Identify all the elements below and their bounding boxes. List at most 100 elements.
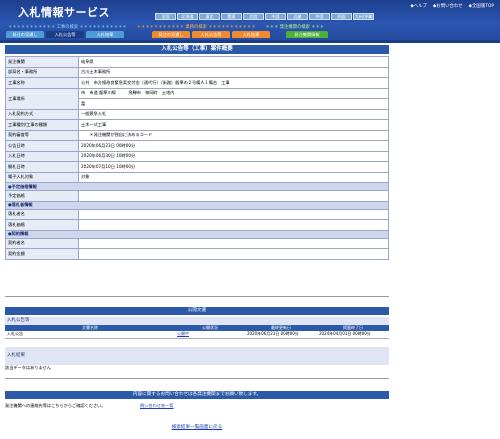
top-link[interactable]: ◆全国版TOP bbox=[469, 3, 494, 9]
table-row: 入札公告 公開中 2020年06月23日 00時00分 2024年04月01日 … bbox=[5, 331, 389, 339]
section-works: ＊＊＊＊＊＊＊＊＊＊＊ 工事の検索 ＊＊＊＊＊＊＊＊＊＊＊ bbox=[8, 25, 127, 30]
table-row: 契約金額 bbox=[5, 248, 389, 260]
field-label: 公告日時 bbox=[5, 140, 79, 152]
tab-works-forecast[interactable]: 発注の見通し bbox=[6, 31, 44, 38]
docs-table: 文書名称 公開状況 最終更新日 掲載終了日 入札公告 公開中 2020年06月2… bbox=[5, 325, 389, 339]
table-row: 発注機関 岐阜県 bbox=[5, 56, 389, 68]
tab-works-result[interactable]: 入札結果 bbox=[86, 31, 124, 38]
field-value: 対象 bbox=[78, 171, 389, 183]
doc-name: 入札公告 bbox=[5, 331, 175, 339]
contact-list-link[interactable]: 問い合わせ先一覧 bbox=[140, 403, 174, 409]
field-value: ＊発注機関が独自に決めるコード bbox=[78, 129, 389, 141]
field-value bbox=[78, 190, 389, 202]
field-label: 開札日時 bbox=[5, 161, 79, 173]
region-chubu[interactable]: 中部 bbox=[265, 13, 286, 20]
region-hokkaido[interactable]: 北海道 bbox=[177, 13, 198, 20]
table-row: 入札日時 2020年06月30日 10時00分 bbox=[5, 150, 389, 162]
header-divider bbox=[0, 40, 500, 43]
section-header: ●契約情報 bbox=[5, 229, 389, 239]
field-value bbox=[78, 219, 389, 231]
page-title: 入札公告等（工事）案件概要 bbox=[5, 45, 389, 54]
table-row: 契約者名 bbox=[5, 237, 389, 249]
field-value: 公共 市方線改良緊急実交付金（通代行）（街路）飯準の２号備Ａ１備台 工事 bbox=[78, 77, 389, 89]
back-row: 検索結果一覧画面に戻る bbox=[0, 424, 394, 430]
section-orderer: ＊＊＊ 発注機関の検索 ＊＊＊ bbox=[265, 25, 325, 30]
field-label: 部局名・事務所 bbox=[5, 66, 79, 78]
table-row: 工事名称 公共 市方線改良緊急実交付金（通代行）（街路）飯準の２号備Ａ１備台 工事 bbox=[5, 77, 389, 89]
tab-orderer-info[interactable]: 発注機関情報 bbox=[286, 31, 328, 38]
field-label: 予定価格 bbox=[5, 190, 79, 202]
table-row: 落札価格 bbox=[5, 219, 389, 231]
contact-title: 内容に関するお問い合わせは各発注機関までお願い致します。 bbox=[5, 391, 389, 399]
field-value bbox=[78, 237, 389, 249]
public-docs-title: 公開文書 bbox=[5, 307, 389, 315]
table-row: 電子入札対象 対象 bbox=[5, 171, 389, 183]
region-bar: 全国 北海道 東北 関東 北陸 中部 近畿 中国 四国 九州/沖縄 bbox=[155, 13, 374, 20]
tab-services-notice[interactable]: 入札公告等 bbox=[192, 31, 230, 38]
region-all[interactable]: 全国 bbox=[155, 13, 176, 20]
contact-link[interactable]: ◆お問い合わせ bbox=[433, 3, 463, 9]
site-title: 入札情報サービス bbox=[18, 6, 110, 19]
section-title: ●落札者情報 bbox=[5, 200, 389, 210]
tab-services-forecast[interactable]: 発注の見通し bbox=[152, 31, 190, 38]
region-tohoku[interactable]: 東北 bbox=[199, 13, 220, 20]
doc-updated: 2020年06月23日 00時00分 bbox=[245, 331, 317, 339]
table-row: 部局名・事務所 古川土木事務所 bbox=[5, 66, 389, 78]
field-label: 工事場所 bbox=[5, 87, 79, 110]
result-box: 入札結果 bbox=[5, 347, 389, 365]
tab-services-result[interactable]: 入札結果 bbox=[232, 31, 270, 38]
table-row: 工事種別/工事の種類 土木一式工事 bbox=[5, 119, 389, 131]
field-label: 入札日時 bbox=[5, 150, 79, 162]
table-row: 予定価格 bbox=[5, 190, 389, 202]
divider bbox=[5, 296, 389, 297]
region-chugoku[interactable]: 中国 bbox=[309, 13, 330, 20]
section-title: ●予定価格情報 bbox=[5, 182, 389, 191]
field-label: 工事名称 bbox=[5, 77, 79, 89]
field-label: 契約金額 bbox=[5, 248, 79, 260]
tab-works-notice[interactable]: 入札公告等 bbox=[46, 31, 84, 38]
field-value: 一般競争入札 bbox=[78, 108, 389, 120]
section-title: ●契約情報 bbox=[5, 229, 389, 239]
section-header: ●落札者情報 bbox=[5, 200, 389, 210]
field-value: 2020年07月10日 10時00分 bbox=[78, 161, 389, 173]
region-kinki[interactable]: 近畿 bbox=[287, 13, 308, 20]
field-label: 入札契約方式 bbox=[5, 108, 79, 120]
region-hokuriku[interactable]: 北陸 bbox=[243, 13, 264, 20]
field-label: 電子入札対象 bbox=[5, 171, 79, 183]
field-value bbox=[78, 208, 389, 220]
field-value: 2020年06月23日 00時00分 bbox=[78, 140, 389, 152]
header-links: ◆ヘルプ ◆お問い合わせ ◆全国版TOP bbox=[410, 3, 494, 9]
doc-end: 2024年04月01日 00時00分 bbox=[317, 331, 389, 339]
field-label: 契約者名 bbox=[5, 237, 79, 249]
section-labels: ＊＊＊＊＊＊＊＊＊＊＊ 工事の検索 ＊＊＊＊＊＊＊＊＊＊＊ ＊＊＊＊＊＊＊＊＊＊… bbox=[8, 24, 334, 30]
field-label: 工事種別/工事の種類 bbox=[5, 119, 79, 131]
section-header: ●予定価格情報 bbox=[5, 182, 389, 191]
contact-row: 発注機関への連絡先等はこちらからご確認ください。 問い合わせ先一覧 bbox=[5, 403, 389, 409]
field-label: 落札者名 bbox=[5, 208, 79, 220]
back-to-results-link[interactable]: 検索結果一覧画面に戻る bbox=[172, 425, 223, 430]
field-value: 2020年06月30日 10時00分 bbox=[78, 150, 389, 162]
help-link[interactable]: ◆ヘルプ bbox=[410, 3, 427, 9]
section-services: ＊＊＊＊＊＊＊＊＊＊＊ 業務の検索 ＊＊＊＊＊＊＊＊＊＊＊ bbox=[136, 25, 256, 30]
field-value: 富 bbox=[78, 98, 389, 110]
divider bbox=[5, 378, 389, 379]
table-row: 工事場所市 市道 飯準川線 飛騨市 神岡町 土地内 bbox=[5, 87, 389, 110]
region-kanto[interactable]: 関東 bbox=[221, 13, 242, 20]
detail-table: 発注機関 岐阜県 部局名・事務所 古川土木事務所 工事名称 公共 市方線改良緊急実交付… bbox=[5, 56, 389, 260]
table-row: 公告日時 2020年06月23日 00時00分 bbox=[5, 140, 389, 152]
field-value bbox=[78, 248, 389, 260]
field-value: 岐阜県 bbox=[78, 56, 389, 68]
table-row: 開札日時 2020年07月10日 10時00分 bbox=[5, 161, 389, 173]
result-heading: 入札結果 bbox=[7, 353, 25, 358]
field-value: 古川土木事務所 bbox=[78, 66, 389, 78]
field-label: 落札価格 bbox=[5, 219, 79, 231]
table-row: 入札契約方式 一般競争入札 bbox=[5, 108, 389, 120]
doc-status-link[interactable]: 公開中 bbox=[177, 331, 189, 336]
region-kyushu[interactable]: 九州/沖縄 bbox=[353, 13, 374, 20]
no-data-text: 該当データはありません bbox=[5, 365, 51, 370]
table-row: 落札者名 bbox=[5, 208, 389, 220]
region-shikoku[interactable]: 四国 bbox=[331, 13, 352, 20]
contact-text: 発注機関への連絡先等はこちらからご確認ください。 bbox=[5, 403, 106, 408]
header: 入札情報サービス ◆ヘルプ ◆お問い合わせ ◆全国版TOP 全国 北海道 東北 … bbox=[0, 0, 500, 40]
tab-bar: 発注の見通し 入札公告等 入札結果 発注の見通し 入札公告等 入札結果 発注機関… bbox=[6, 31, 328, 38]
